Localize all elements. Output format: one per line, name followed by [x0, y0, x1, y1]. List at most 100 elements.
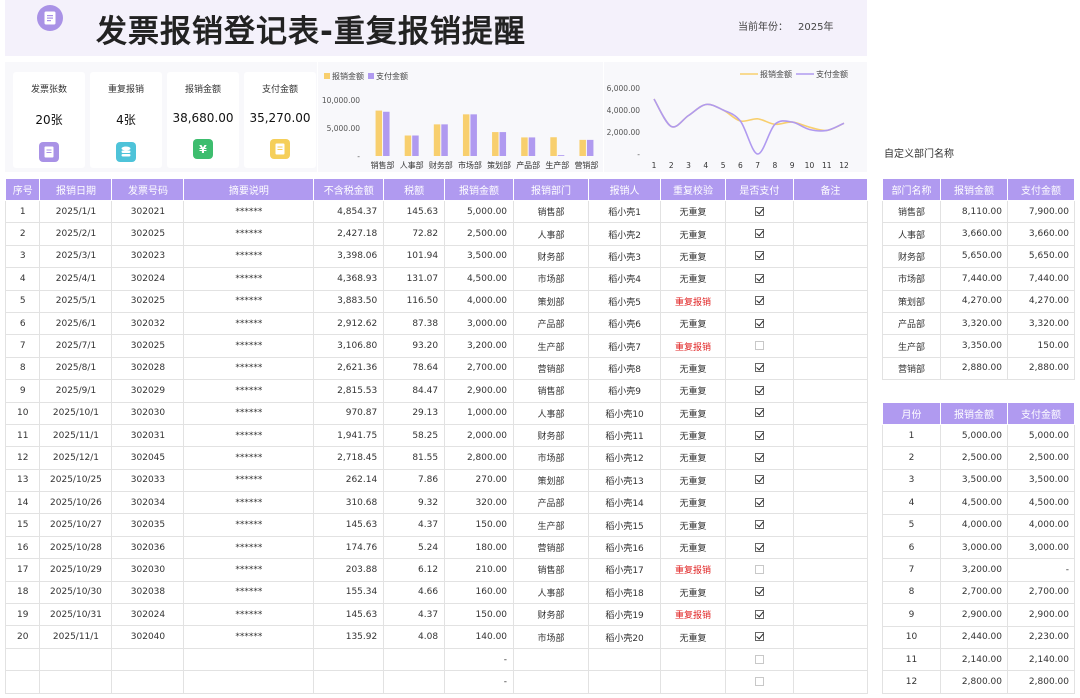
table-cell[interactable]: 稻小壳18	[588, 580, 662, 605]
table-cell[interactable]: 2,230.00	[1007, 625, 1075, 649]
table-cell[interactable]: ******	[183, 334, 315, 358]
table-cell[interactable]	[792, 401, 869, 425]
table-cell[interactable]: 市场部	[513, 267, 590, 291]
table-cell[interactable]: 稻小壳1	[588, 199, 662, 224]
table-cell[interactable]: 87.38	[383, 311, 446, 336]
table-cell[interactable]: 2025/10/30	[39, 580, 113, 605]
table-cell[interactable]: 6	[882, 535, 941, 560]
table-cell[interactable]	[660, 647, 726, 672]
table-cell[interactable]: 302034	[111, 491, 185, 515]
table-cell[interactable]: 1	[4, 199, 41, 224]
table-cell[interactable]: 2025/5/1	[39, 289, 113, 313]
column-header[interactable]: 是否支付	[724, 178, 794, 201]
table-cell[interactable]: 财务部	[882, 244, 941, 269]
table-cell[interactable]: 4,500.00	[444, 267, 515, 291]
table-cell[interactable]: 302025	[111, 334, 185, 358]
table-cell[interactable]: 7	[4, 334, 41, 358]
table-cell[interactable]: 2,880.00	[1007, 356, 1075, 381]
column-header[interactable]: 不含税金额	[313, 178, 385, 201]
table-cell[interactable]	[660, 670, 726, 694]
table-cell[interactable]: 无重复	[660, 580, 726, 605]
table-cell[interactable]: 2,500.00	[444, 222, 515, 246]
table-cell[interactable]: 5,000.00	[444, 199, 515, 224]
table-cell[interactable]: 2,880.00	[940, 356, 1008, 381]
table-cell[interactable]: 320.00	[444, 491, 515, 515]
table-cell[interactable]: 稻小壳4	[588, 267, 662, 291]
table-cell[interactable]	[724, 647, 794, 672]
table-cell[interactable]: 84.47	[383, 379, 446, 403]
table-cell[interactable]: 生产部	[513, 513, 590, 537]
table-cell[interactable]	[792, 535, 869, 560]
table-cell[interactable]: 11	[4, 423, 41, 448]
table-cell[interactable]	[724, 244, 794, 269]
table-cell[interactable]	[792, 311, 869, 336]
table-cell[interactable]	[792, 670, 869, 694]
table-cell[interactable]: 2	[882, 446, 941, 470]
table-cell[interactable]: 29.13	[383, 401, 446, 425]
table-cell[interactable]: 2025/11/1	[39, 423, 113, 448]
paid-checkbox[interactable]	[754, 229, 764, 239]
table-cell[interactable]: 302029	[111, 379, 185, 403]
table-cell[interactable]: 302024	[111, 267, 185, 291]
table-cell[interactable]: 5,000.00	[940, 423, 1008, 448]
column-header[interactable]: 报销金额	[940, 402, 1008, 425]
table-cell[interactable]: 稻小壳11	[588, 423, 662, 448]
table-cell[interactable]: 9	[882, 603, 941, 627]
table-cell[interactable]: 2	[4, 222, 41, 246]
table-cell[interactable]: 3,883.50	[313, 289, 385, 313]
table-cell[interactable]: 无重复	[660, 267, 726, 291]
table-cell[interactable]: 无重复	[660, 513, 726, 537]
table-cell[interactable]	[383, 647, 446, 672]
table-cell[interactable]: 无重复	[660, 379, 726, 403]
table-cell[interactable]: 策划部	[513, 289, 590, 313]
table-cell[interactable]	[792, 423, 869, 448]
table-cell[interactable]: 销售部	[882, 199, 941, 224]
table-cell[interactable]: 市场部	[513, 446, 590, 470]
column-header[interactable]: 序号	[4, 178, 41, 201]
table-cell[interactable]: 3,320.00	[940, 311, 1008, 336]
table-cell[interactable]	[724, 535, 794, 560]
table-cell[interactable]	[111, 647, 185, 672]
table-cell[interactable]: 13	[4, 468, 41, 493]
table-cell[interactable]: 4.37	[383, 603, 446, 627]
table-cell[interactable]: 2,800.00	[1007, 670, 1075, 694]
table-cell[interactable]: 稻小壳10	[588, 401, 662, 425]
table-cell[interactable]	[724, 334, 794, 358]
table-cell[interactable]: 302045	[111, 446, 185, 470]
table-cell[interactable]: 2,700.00	[444, 356, 515, 381]
table-cell[interactable]	[724, 580, 794, 605]
table-cell[interactable]: 2025/10/26	[39, 491, 113, 515]
table-cell[interactable]: 2025/10/1	[39, 401, 113, 425]
table-cell[interactable]: 2,621.36	[313, 356, 385, 381]
table-cell[interactable]	[792, 379, 869, 403]
table-cell[interactable]: 2025/10/28	[39, 535, 113, 560]
table-cell[interactable]: 稻小壳16	[588, 535, 662, 560]
column-header[interactable]: 支付金额	[1007, 402, 1075, 425]
paid-checkbox[interactable]	[754, 385, 764, 395]
table-cell[interactable]: 2025/9/1	[39, 379, 113, 403]
table-cell[interactable]: 4	[4, 267, 41, 291]
table-cell[interactable]: 2,718.45	[313, 446, 385, 470]
table-cell[interactable]: ******	[183, 491, 315, 515]
table-cell[interactable]	[792, 468, 869, 493]
table-cell[interactable]	[792, 558, 869, 582]
table-cell[interactable]: 无重复	[660, 244, 726, 269]
table-cell[interactable]: 1	[882, 423, 941, 448]
table-cell[interactable]	[4, 670, 41, 694]
table-cell[interactable]: 3,500.00	[940, 468, 1008, 493]
table-cell[interactable]: ******	[183, 558, 315, 582]
table-cell[interactable]: 3,000.00	[444, 311, 515, 336]
paid-checkbox[interactable]	[754, 587, 764, 597]
table-cell[interactable]: 7,900.00	[1007, 199, 1075, 224]
table-cell[interactable]: ******	[183, 311, 315, 336]
table-cell[interactable]: 重复报销	[660, 603, 726, 627]
table-cell[interactable]: 4,500.00	[940, 491, 1008, 515]
table-cell[interactable]	[792, 491, 869, 515]
table-cell[interactable]: 2,912.62	[313, 311, 385, 336]
table-cell[interactable]: 12	[882, 670, 941, 694]
table-cell[interactable]	[792, 334, 869, 358]
table-cell[interactable]: 2025/10/27	[39, 513, 113, 537]
table-cell[interactable]: 策划部	[882, 289, 941, 313]
table-cell[interactable]: 6	[4, 311, 41, 336]
table-cell[interactable]: 2025/8/1	[39, 356, 113, 381]
